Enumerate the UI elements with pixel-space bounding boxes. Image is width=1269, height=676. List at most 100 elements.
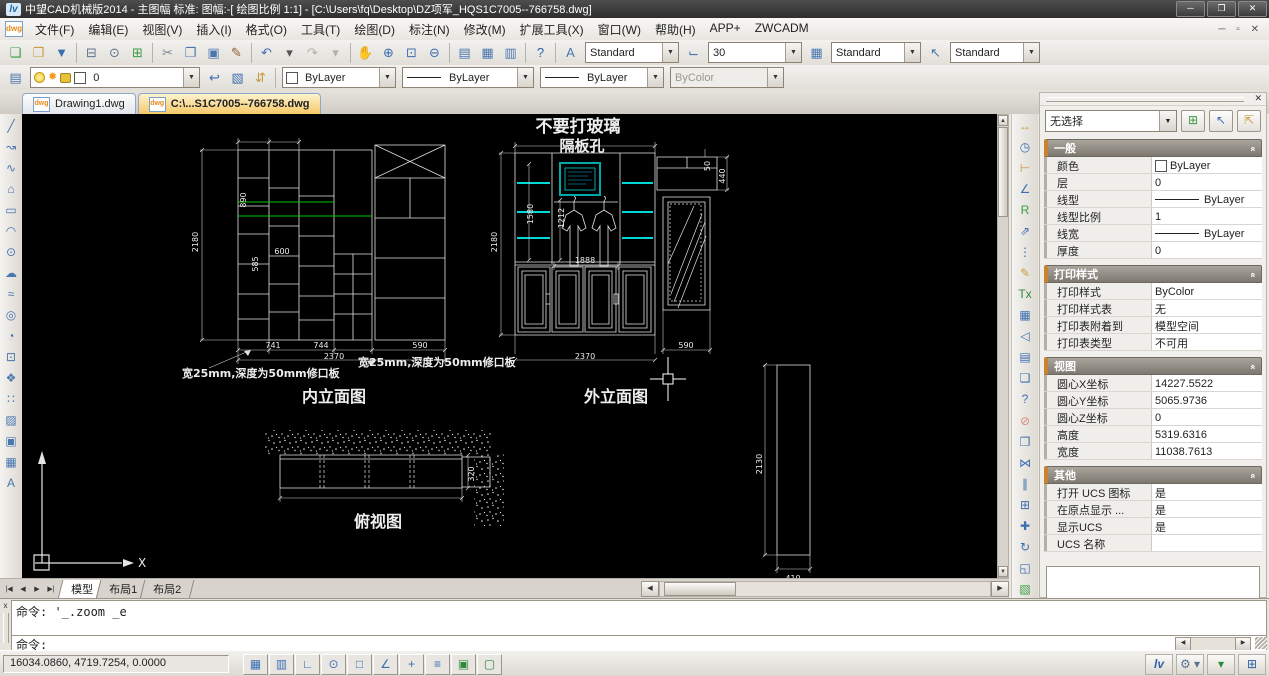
- dim-style-combo[interactable]: 30▼: [708, 42, 802, 63]
- dyn-input-toggle[interactable]: +: [399, 654, 424, 675]
- property-value[interactable]: ByLayer: [1152, 191, 1262, 207]
- menu-item-h[interactable]: 帮助(H): [648, 19, 703, 40]
- property-value[interactable]: 是: [1152, 501, 1262, 517]
- layer-states-icon[interactable]: ▧: [226, 67, 249, 89]
- markup-icon[interactable]: ◁: [1014, 326, 1036, 347]
- zwcad-logo-button[interactable]: lv: [1145, 654, 1173, 675]
- rectangle-tool-icon[interactable]: ▭: [0, 200, 22, 221]
- property-value[interactable]: 11038.7613: [1152, 443, 1262, 459]
- fullscreen-button[interactable]: ⊞: [1238, 654, 1266, 675]
- model-space-toggle[interactable]: ▣: [451, 654, 476, 675]
- viewport-icon[interactable]: ❏: [1014, 368, 1036, 389]
- ortho-toggle[interactable]: ∟: [295, 654, 320, 675]
- make-block-tool-icon[interactable]: ❖: [0, 368, 22, 389]
- layout-nav-icon[interactable]: ▶|: [44, 585, 58, 593]
- otrack-toggle[interactable]: ∠: [373, 654, 398, 675]
- status-menu-button[interactable]: ▾: [1207, 654, 1235, 675]
- menu-item-o[interactable]: 格式(O): [239, 19, 294, 40]
- menu-item-v[interactable]: 视图(V): [135, 19, 189, 40]
- text-style-icon[interactable]: A: [559, 42, 582, 64]
- layout-tab-2[interactable]: 布局2: [140, 580, 195, 599]
- line-tool-icon[interactable]: ╱: [0, 116, 22, 137]
- grid-table-icon[interactable]: ▤: [1014, 347, 1036, 368]
- horizontal-scroll-track[interactable]: [659, 581, 991, 597]
- mleader-style-icon[interactable]: ↖: [924, 42, 947, 64]
- dropdown-arrow-icon[interactable]: ▼: [379, 68, 395, 87]
- menu-item-i[interactable]: 插入(I): [189, 19, 238, 40]
- dim-edit-icon[interactable]: ✎: [1014, 263, 1036, 284]
- layer-lock-icon[interactable]: [60, 73, 71, 83]
- polygon-tool-icon[interactable]: ⌂: [0, 179, 22, 200]
- canvas-vertical-scrollbar[interactable]: ▲ ▼: [997, 114, 1009, 578]
- linetype-combo[interactable]: ByLayer ▼: [402, 67, 534, 88]
- dropdown-arrow-icon[interactable]: ▼: [647, 68, 663, 87]
- command-scroll-track[interactable]: [1191, 637, 1235, 651]
- hatch-tool-icon[interactable]: ▨: [0, 410, 22, 431]
- copy-icon[interactable]: ❐: [179, 42, 202, 64]
- dim-radius-icon[interactable]: R: [1014, 200, 1036, 221]
- menu-item-m[interactable]: 修改(M): [457, 19, 513, 40]
- dropdown-arrow-icon[interactable]: ▼: [904, 43, 920, 62]
- menu-item-x[interactable]: 扩展工具(X): [513, 19, 591, 40]
- print-preview-icon[interactable]: ⊙: [103, 42, 126, 64]
- property-value[interactable]: 0: [1152, 409, 1262, 425]
- zoom-window-icon[interactable]: ⊡: [400, 42, 423, 64]
- section-header[interactable]: 其他«: [1044, 466, 1262, 484]
- menu-item-d[interactable]: 绘图(D): [347, 19, 402, 40]
- section-header[interactable]: 一般«: [1044, 139, 1262, 157]
- mleader-style-combo[interactable]: Standard▼: [950, 42, 1040, 63]
- command-history[interactable]: 命令: '_.zoom _e: [11, 600, 1267, 639]
- dropdown-arrow-icon[interactable]: ▼: [517, 68, 533, 87]
- layout-nav-icon[interactable]: ◀: [16, 585, 30, 593]
- dim-linear-icon[interactable]: ⊢: [1014, 158, 1036, 179]
- menu-item-zwcadm[interactable]: ZWCADM: [748, 19, 816, 40]
- print-icon[interactable]: ⊟: [80, 42, 103, 64]
- insert-block-tool-icon[interactable]: ⊡: [0, 347, 22, 368]
- scroll-right-icon[interactable]: ▶: [1235, 637, 1251, 651]
- document-tab-0[interactable]: dwgDrawing1.dwg: [22, 93, 136, 114]
- property-value[interactable]: 5319.6316: [1152, 426, 1262, 442]
- minimize-button[interactable]: ─: [1176, 1, 1205, 17]
- smart-dimension-icon[interactable]: ↔: [1014, 116, 1036, 137]
- dropdown-arrow-icon[interactable]: ▼: [662, 43, 678, 62]
- polar-toggle[interactable]: ⊙: [321, 654, 346, 675]
- new-icon[interactable]: ❏: [4, 42, 27, 64]
- menu-item-w[interactable]: 窗口(W): [591, 19, 648, 40]
- text-tool-icon[interactable]: Tx: [1014, 284, 1036, 305]
- table-style-icon[interactable]: ▦: [805, 42, 828, 64]
- mtext-tool-icon[interactable]: A: [0, 473, 22, 494]
- canvas-horizontal-scrollbar[interactable]: ◀ ▶: [641, 579, 1009, 599]
- layer-freeze-icon[interactable]: ✹: [48, 73, 57, 82]
- coordinate-readout[interactable]: 16034.0860, 4719.7254, 0.0000: [3, 655, 229, 673]
- undo-icon[interactable]: ↶: [255, 42, 278, 64]
- match-properties-icon[interactable]: ✎: [225, 42, 248, 64]
- resize-grip[interactable]: [1255, 637, 1267, 649]
- drawing-canvas[interactable]: 不要打玻璃隔板孔内立面图外立面图俯视图宽25mm,深度为50mm修口板宽25mm…: [22, 114, 997, 578]
- text-style-combo[interactable]: Standard▼: [585, 42, 679, 63]
- pan-icon[interactable]: ✋: [354, 42, 377, 64]
- menu-item-f[interactable]: 文件(F): [28, 19, 81, 40]
- tool-palettes-icon[interactable]: ▥: [499, 42, 522, 64]
- undo-dropdown-icon[interactable]: ▾: [278, 42, 301, 64]
- scroll-up-icon[interactable]: ▲: [998, 115, 1008, 126]
- layout-nav-icon[interactable]: |◀: [2, 585, 16, 593]
- maximize-button[interactable]: ❐: [1207, 1, 1236, 17]
- rotate-tool-icon[interactable]: ↻: [1014, 537, 1036, 558]
- dim-style-icon[interactable]: ⌙: [682, 42, 705, 64]
- move-tool-icon[interactable]: ✚: [1014, 516, 1036, 537]
- property-value[interactable]: 0: [1152, 174, 1262, 190]
- table-style-combo[interactable]: Standard▼: [831, 42, 921, 63]
- document-tab-1[interactable]: dwgC:\...S1C7005--766758.dwg: [138, 93, 321, 114]
- property-value[interactable]: 不可用: [1152, 334, 1262, 350]
- property-value[interactable]: ByColor: [1152, 283, 1262, 299]
- property-value[interactable]: 无: [1152, 300, 1262, 316]
- property-value[interactable]: 模型空间: [1152, 317, 1262, 333]
- selection-combo[interactable]: 无选择 ▼: [1045, 110, 1177, 132]
- collapse-chevron-icon[interactable]: «: [1248, 364, 1258, 367]
- save-icon[interactable]: ▼: [50, 42, 73, 64]
- snap-toggle[interactable]: ▦: [243, 654, 268, 675]
- help-book-icon[interactable]: ?: [1014, 389, 1036, 410]
- mirror-tool-icon[interactable]: ⋈: [1014, 453, 1036, 474]
- cut-icon[interactable]: ✂: [156, 42, 179, 64]
- properties-palette-icon[interactable]: ▤: [453, 42, 476, 64]
